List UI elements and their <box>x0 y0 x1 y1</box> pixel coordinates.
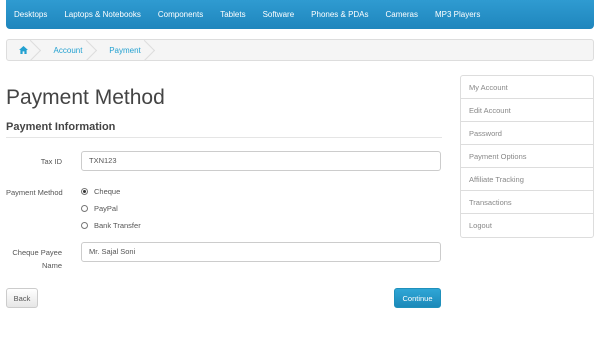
breadcrumb-account[interactable]: Account <box>40 39 98 62</box>
sidebar-item-affiliate-tracking[interactable]: Affiliate Tracking <box>461 168 593 191</box>
breadcrumb-separator <box>133 39 156 62</box>
payment-method-label: Payment Method <box>6 188 63 197</box>
breadcrumb: Account Payment <box>6 39 594 62</box>
radio-paypal-label: PayPal <box>94 204 118 213</box>
nav-item-mp3[interactable]: MP3 Players <box>435 10 480 19</box>
nav-item-software[interactable]: Software <box>263 10 295 19</box>
sidebar-item-logout[interactable]: Logout <box>461 214 593 237</box>
sidebar-item-payment-options[interactable]: Payment Options <box>461 145 593 168</box>
radio-button[interactable] <box>81 222 88 229</box>
top-nav: Desktops Laptops & Notebooks Components … <box>6 0 594 29</box>
sidebar-item-password[interactable]: Password <box>461 122 593 145</box>
sidebar-item-edit-account[interactable]: Edit Account <box>461 99 593 122</box>
breadcrumb-separator <box>19 39 42 62</box>
radio-paypal[interactable]: PayPal <box>81 204 118 213</box>
nav-item-laptops[interactable]: Laptops & Notebooks <box>64 10 141 19</box>
page-title: Payment Method <box>6 86 165 109</box>
radio-bank-transfer[interactable]: Bank Transfer <box>81 221 141 230</box>
payee-name-input[interactable]: Mr. Sajal Soni <box>81 242 441 262</box>
section-title: Payment Information <box>6 121 116 133</box>
back-button[interactable]: Back <box>6 288 38 308</box>
nav-item-cameras[interactable]: Cameras <box>386 10 418 19</box>
continue-button[interactable]: Continue <box>394 288 441 308</box>
tax-id-label: Tax ID <box>40 157 62 166</box>
breadcrumb-separator <box>75 39 98 62</box>
nav-item-tablets[interactable]: Tablets <box>220 10 245 19</box>
tax-id-input[interactable]: TXN123 <box>81 151 441 171</box>
radio-button-checked[interactable] <box>81 188 88 195</box>
radio-cheque[interactable]: Cheque <box>81 187 120 196</box>
radio-button[interactable] <box>81 205 88 212</box>
sidebar-item-transactions[interactable]: Transactions <box>461 191 593 214</box>
breadcrumb-payment[interactable]: Payment <box>96 39 156 62</box>
section-divider <box>6 137 442 138</box>
account-sidebar: My Account Edit Account Password Payment… <box>460 75 594 238</box>
nav-item-phones[interactable]: Phones & PDAs <box>311 10 368 19</box>
payee-label-line2: Name <box>41 261 62 270</box>
nav-item-desktops[interactable]: Desktops <box>14 10 47 19</box>
sidebar-item-my-account[interactable]: My Account <box>461 76 593 99</box>
breadcrumb-home[interactable] <box>7 39 42 62</box>
radio-cheque-label: Cheque <box>94 187 121 196</box>
nav-item-components[interactable]: Components <box>158 10 203 19</box>
radio-bank-transfer-label: Bank Transfer <box>94 221 141 230</box>
payee-label-line1: Cheque Payee <box>12 248 62 257</box>
